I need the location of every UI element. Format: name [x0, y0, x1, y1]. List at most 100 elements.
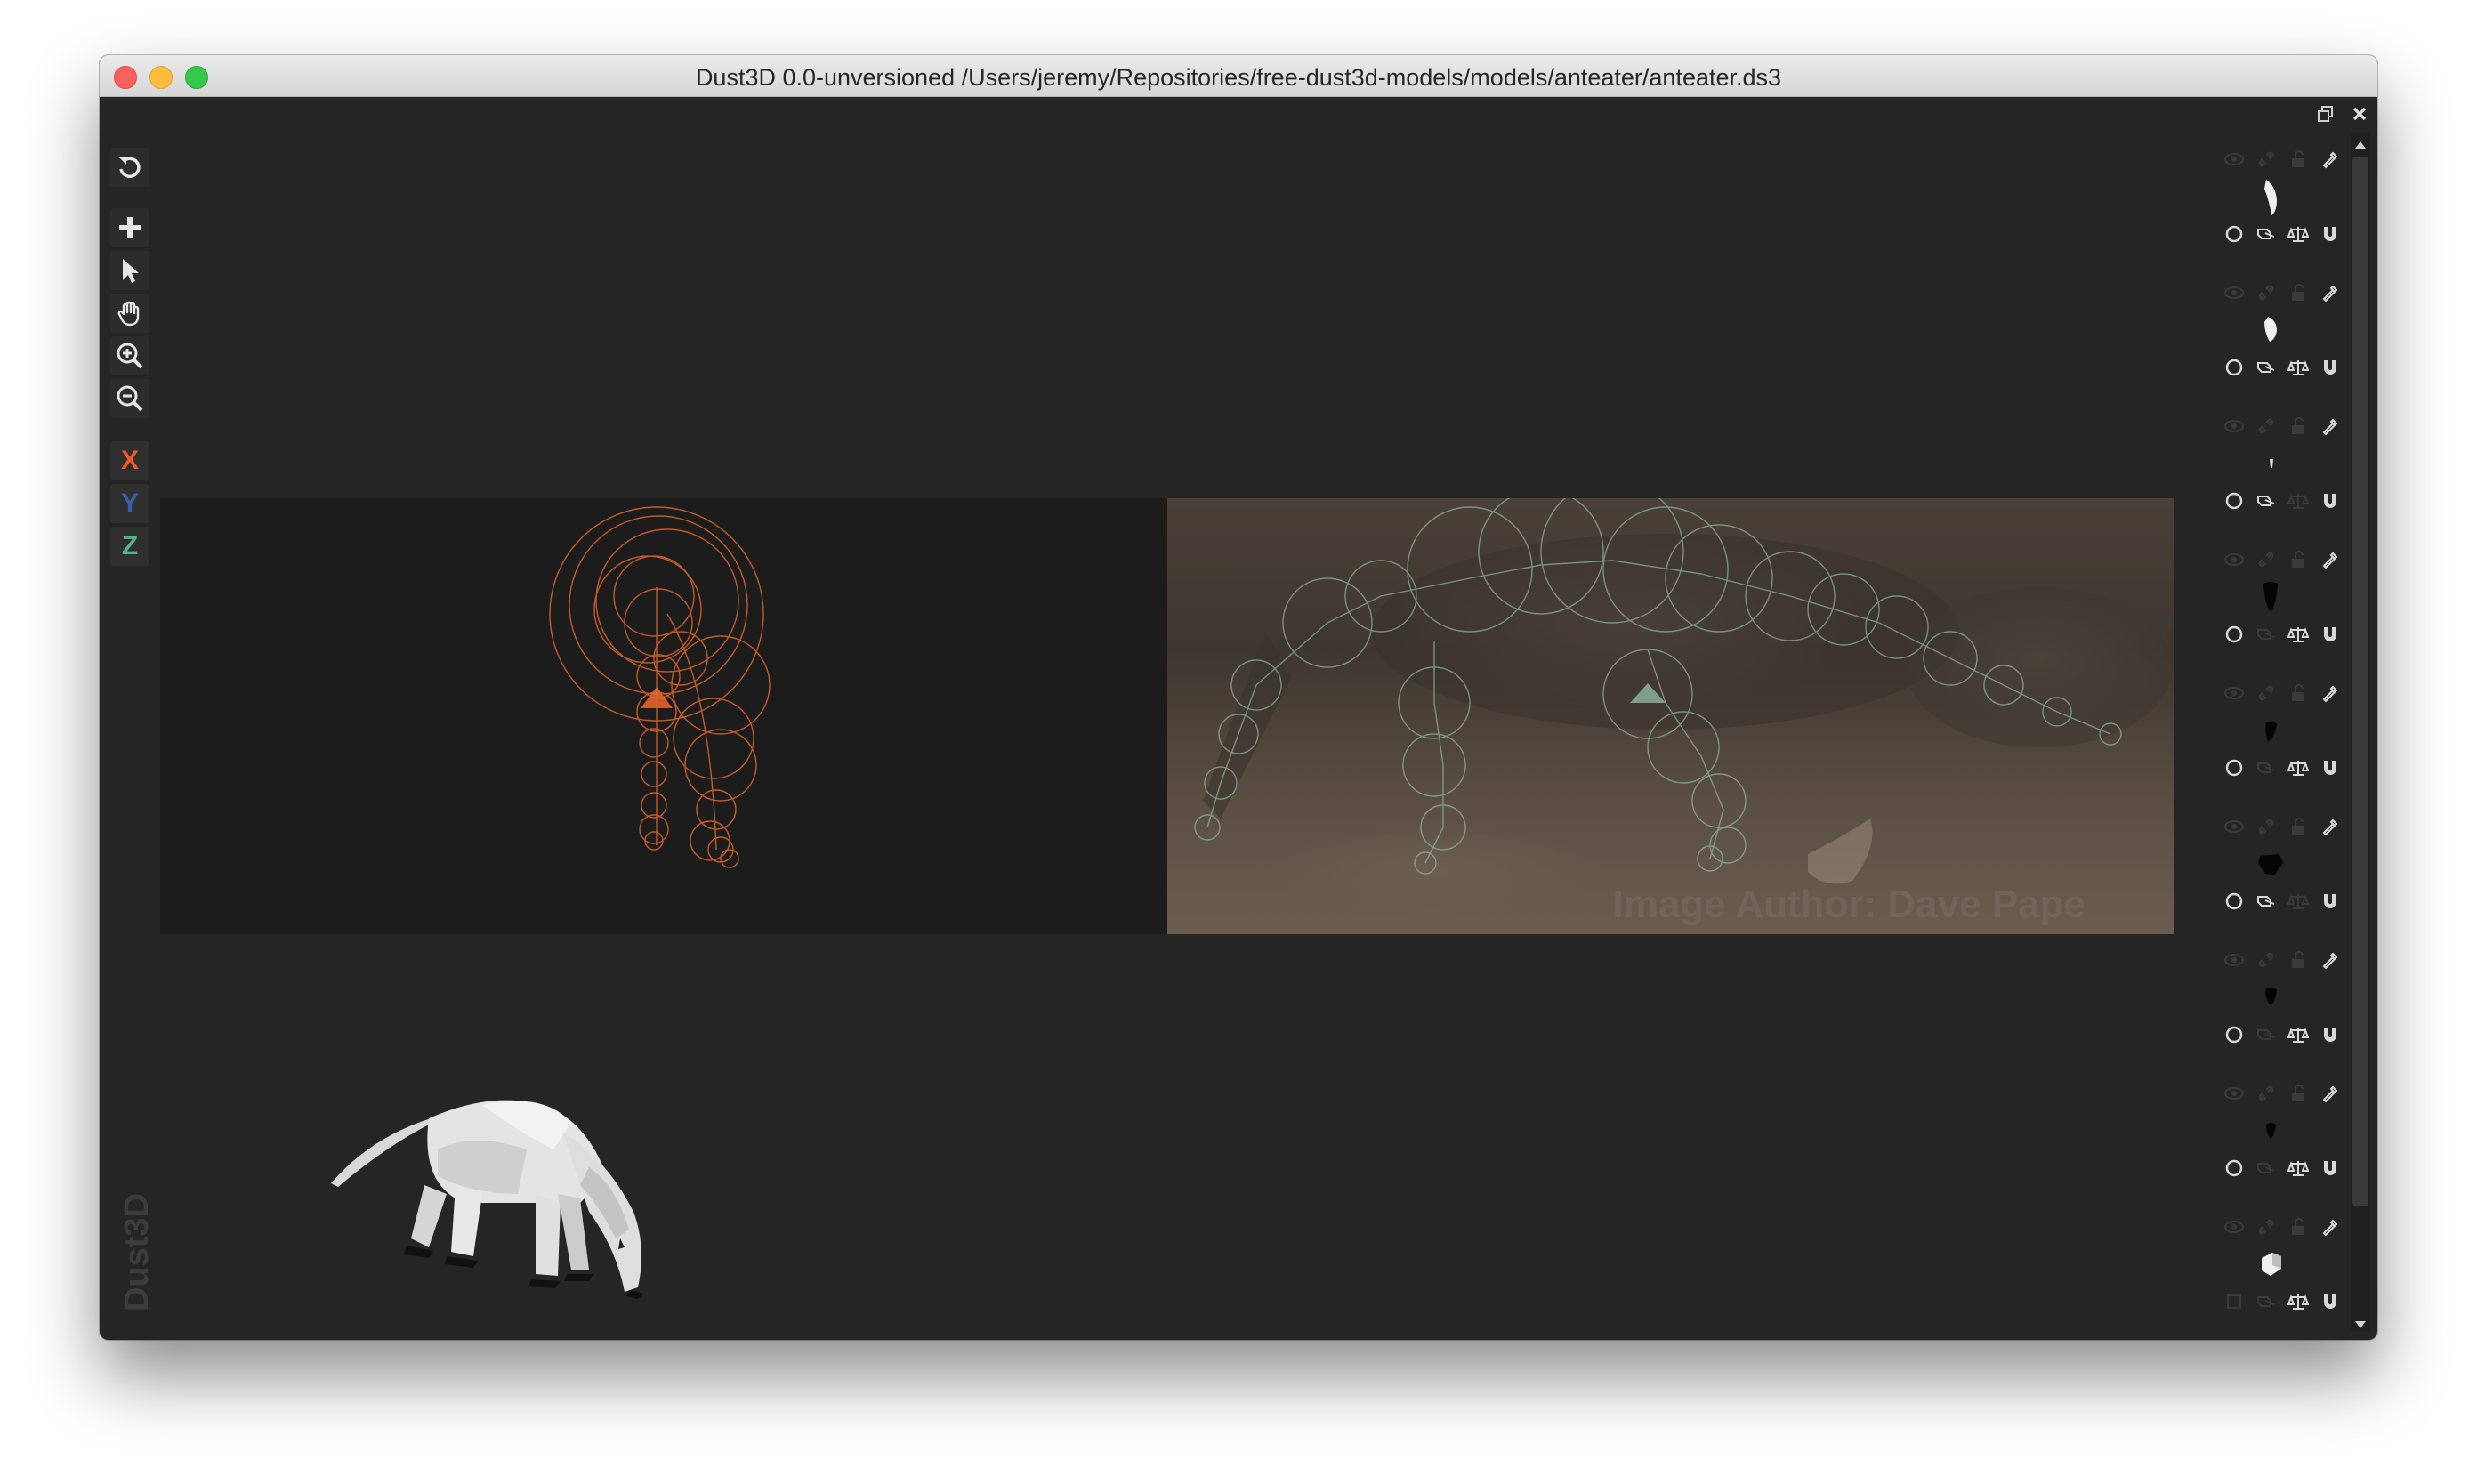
magnet-icon[interactable] [2319, 623, 2342, 646]
mirror-icon[interactable] [2255, 1023, 2278, 1046]
pan-button[interactable] [110, 294, 149, 333]
color-picker-icon[interactable] [2319, 1082, 2342, 1105]
color-picker-icon[interactable] [2319, 281, 2342, 304]
visibility-icon[interactable] [2223, 148, 2246, 171]
balance-icon[interactable] [2287, 890, 2310, 913]
visibility-icon[interactable] [2223, 548, 2246, 571]
anteater-model-render[interactable] [322, 1069, 714, 1310]
subdivision-toggle[interactable] [2223, 756, 2246, 779]
color-picker-icon[interactable] [2319, 548, 2342, 571]
mirror-icon[interactable] [2255, 623, 2278, 646]
subdivision-toggle[interactable] [2223, 890, 2246, 913]
lock-icon[interactable] [2287, 682, 2310, 705]
part-thumbnail[interactable] [2255, 308, 2287, 352]
visibility-icon[interactable] [2223, 948, 2246, 972]
subdivision-toggle[interactable] [2223, 222, 2246, 246]
lock-icon[interactable] [2287, 815, 2310, 838]
lock-icon[interactable] [2287, 948, 2310, 972]
magnet-icon[interactable] [2319, 489, 2342, 512]
magnet-icon[interactable] [2319, 756, 2342, 779]
visibility-icon[interactable] [2223, 1082, 2246, 1105]
add-node-button[interactable] [110, 208, 149, 247]
part-thumbnail[interactable] [2255, 975, 2287, 1020]
magnet-icon[interactable] [2319, 222, 2342, 246]
side-view-reference[interactable]: Image Author: Dave Pape [1167, 498, 2174, 934]
magnet-icon[interactable] [2319, 890, 2342, 913]
magnet-icon[interactable] [2319, 1157, 2342, 1180]
model-preview[interactable] [322, 1069, 714, 1310]
balance-icon[interactable] [2287, 356, 2310, 379]
part-thumbnail[interactable] [2255, 1242, 2287, 1286]
zoom-out-button[interactable] [110, 379, 149, 418]
balance-icon[interactable] [2287, 1023, 2310, 1046]
magnet-icon[interactable] [2319, 1290, 2342, 1313]
mirror-icon[interactable] [2255, 356, 2278, 379]
lock-icon[interactable] [2287, 1215, 2310, 1238]
visibility-icon[interactable] [2223, 281, 2246, 304]
mirror-icon[interactable] [2255, 1157, 2278, 1180]
part-thumbnail[interactable] [2255, 708, 2287, 753]
mirror-icon[interactable] [2255, 1290, 2278, 1313]
link-icon[interactable] [2255, 548, 2278, 571]
undo-button[interactable] [110, 148, 149, 187]
subdivision-toggle[interactable] [2223, 1290, 2246, 1313]
part-item[interactable] [2199, 678, 2342, 811]
part-thumbnail[interactable] [2255, 575, 2287, 619]
subdivision-toggle[interactable] [2223, 1023, 2246, 1046]
subdivision-toggle[interactable] [2223, 489, 2246, 512]
z-axis-lock-button[interactable]: Z [110, 527, 149, 566]
mirror-icon[interactable] [2255, 222, 2278, 246]
link-icon[interactable] [2255, 948, 2278, 972]
visibility-icon[interactable] [2223, 682, 2246, 705]
part-thumbnail[interactable] [2255, 1109, 2287, 1153]
part-item[interactable] [2199, 278, 2342, 411]
balance-icon[interactable] [2287, 1290, 2310, 1313]
parts-scrollbar-thumb[interactable] [2352, 157, 2368, 1206]
balance-icon[interactable] [2287, 756, 2310, 779]
link-icon[interactable] [2255, 815, 2278, 838]
zoom-in-button[interactable] [110, 336, 149, 375]
front-view[interactable] [160, 498, 1167, 934]
visibility-icon[interactable] [2223, 1215, 2246, 1238]
part-thumbnail[interactable] [2255, 441, 2287, 486]
visibility-icon[interactable] [2223, 415, 2246, 438]
close-dock-icon[interactable] [2349, 103, 2370, 125]
lock-icon[interactable] [2287, 548, 2310, 571]
link-icon[interactable] [2255, 281, 2278, 304]
color-picker-icon[interactable] [2319, 415, 2342, 438]
part-item[interactable] [2199, 544, 2342, 678]
mirror-icon[interactable] [2255, 756, 2278, 779]
balance-icon[interactable] [2287, 1157, 2310, 1180]
link-icon[interactable] [2255, 682, 2278, 705]
color-picker-icon[interactable] [2319, 1215, 2342, 1238]
lock-icon[interactable] [2287, 415, 2310, 438]
part-thumbnail[interactable] [2255, 174, 2287, 219]
x-axis-lock-button[interactable]: X [110, 441, 149, 480]
link-icon[interactable] [2255, 1215, 2278, 1238]
link-icon[interactable] [2255, 1082, 2278, 1105]
color-picker-icon[interactable] [2319, 682, 2342, 705]
visibility-icon[interactable] [2223, 815, 2246, 838]
color-picker-icon[interactable] [2319, 948, 2342, 972]
link-icon[interactable] [2255, 415, 2278, 438]
mirror-icon[interactable] [2255, 489, 2278, 512]
subdivision-toggle[interactable] [2223, 623, 2246, 646]
part-item[interactable] [2199, 1212, 2342, 1340]
y-axis-lock-button[interactable]: Y [110, 484, 149, 523]
magnet-icon[interactable] [2319, 1023, 2342, 1046]
part-item[interactable] [2199, 411, 2342, 544]
part-item[interactable] [2199, 1078, 2342, 1212]
mirror-icon[interactable] [2255, 890, 2278, 913]
scroll-up-arrow[interactable] [2352, 137, 2369, 153]
link-icon[interactable] [2255, 148, 2278, 171]
lock-icon[interactable] [2287, 281, 2310, 304]
color-picker-icon[interactable] [2319, 148, 2342, 171]
balance-icon[interactable] [2287, 623, 2310, 646]
part-item[interactable] [2199, 144, 2342, 278]
lock-icon[interactable] [2287, 148, 2310, 171]
balance-icon[interactable] [2287, 489, 2310, 512]
subdivision-toggle[interactable] [2223, 356, 2246, 379]
subdivision-toggle[interactable] [2223, 1157, 2246, 1180]
front-node-graph[interactable] [160, 498, 1167, 934]
part-item[interactable] [2199, 811, 2342, 945]
